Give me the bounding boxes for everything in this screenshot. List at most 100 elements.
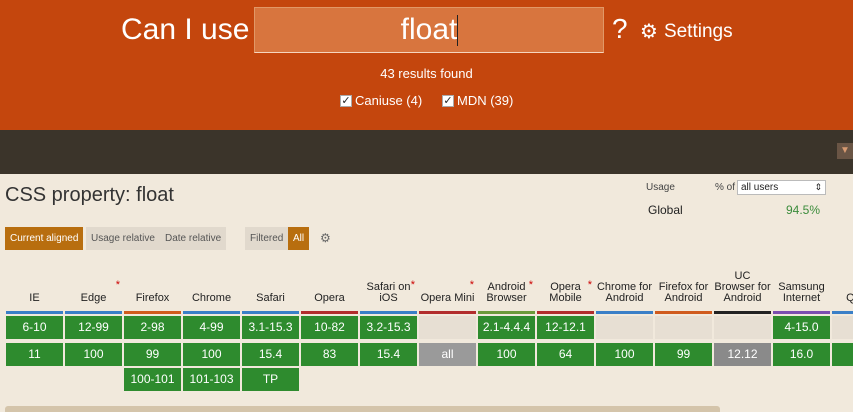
support-cell[interactable]: 16.0 — [773, 343, 830, 366]
browser-color-bar — [537, 311, 594, 314]
support-cell[interactable]: 64 — [537, 343, 594, 366]
support-cell[interactable] — [832, 316, 853, 339]
browser-header: Edge * — [65, 260, 122, 310]
support-cell[interactable]: 6-10 — [6, 316, 63, 339]
browser-name: Opera Mobile — [549, 281, 582, 304]
checkbox-caniuse[interactable]: ✓ — [340, 94, 352, 107]
browser-color-bar — [419, 311, 476, 314]
support-cell[interactable] — [655, 316, 712, 339]
support-cell[interactable]: 10-82 — [301, 316, 358, 339]
support-cell[interactable]: 12-12.1 — [537, 316, 594, 339]
browser-name: Safari on iOS — [366, 281, 411, 304]
support-cell[interactable]: 3.1-15.3 — [242, 316, 299, 339]
tab-current-aligned[interactable]: Current aligned — [5, 227, 84, 250]
browser-header: Firefox — [124, 260, 181, 310]
dark-band — [0, 130, 853, 174]
support-cell[interactable]: 12.12 — [714, 343, 771, 366]
text-caret — [457, 15, 458, 46]
support-cell[interactable]: 15.4 — [360, 343, 417, 366]
support-cell[interactable]: 2-98 — [124, 316, 181, 339]
tab-usage-relative[interactable]: Usage relative — [86, 227, 160, 250]
support-cell[interactable]: 4-99 — [183, 316, 240, 339]
support-cell[interactable]: 99 — [655, 343, 712, 366]
browser-color-bar — [832, 311, 853, 314]
browser-name: Edge — [80, 292, 107, 304]
support-cell[interactable]: 100-101 — [124, 368, 181, 391]
percent-of-label: % of — [715, 182, 736, 193]
browser-color-bar — [6, 311, 63, 314]
support-cell[interactable]: 11 — [6, 343, 63, 366]
global-label: Global — [648, 203, 683, 217]
help-link[interactable]: ? — [612, 13, 628, 45]
support-cell[interactable] — [419, 316, 476, 339]
table-settings-gear-icon[interactable]: ⚙ — [320, 231, 331, 245]
browser-header: Opera Mini * — [419, 260, 476, 310]
browser-color-bar — [183, 311, 240, 314]
support-cell[interactable]: 100 — [65, 343, 122, 366]
support-cell[interactable]: 100 — [478, 343, 535, 366]
browser-color-bar — [65, 311, 122, 314]
browser-header: Chrome for Android — [596, 260, 653, 310]
browser-name: Firefox — [135, 292, 170, 304]
browser-name: Opera — [314, 292, 345, 304]
filter-caniuse-label: Caniuse (4) — [355, 93, 423, 108]
search-input[interactable] — [254, 7, 604, 53]
tab-all[interactable]: All — [288, 227, 310, 250]
browser-name: Android Browser — [486, 281, 527, 304]
support-cell[interactable]: 3.2-15.3 — [360, 316, 417, 339]
filter-mdn[interactable]: ✓ MDN (39) — [442, 93, 513, 108]
browser-name: Firefox for Android — [658, 281, 709, 304]
settings-label: Settings — [663, 21, 733, 42]
browser-name: Samsung Internet — [778, 281, 825, 304]
browser-header: Samsung Internet — [773, 260, 830, 310]
support-cell[interactable]: 2.1-4.4.4 — [478, 316, 535, 339]
support-cell[interactable]: 4-15.0 — [773, 316, 830, 339]
note-star-icon: * — [587, 279, 592, 291]
browser-header: Firefox for Android — [655, 260, 712, 310]
browser-header: Android Browser * — [478, 260, 535, 310]
support-cell[interactable]: 100 — [183, 343, 240, 366]
note-star-icon: * — [469, 279, 474, 291]
support-cell[interactable]: 99 — [124, 343, 181, 366]
site-header: Can I use ? ⚙ Settings 43 results found … — [0, 0, 853, 130]
browser-header: Q Bro — [832, 260, 853, 310]
tab-date-relative[interactable]: Date relative — [160, 227, 227, 250]
support-cell[interactable]: 12-99 — [65, 316, 122, 339]
filter-mdn-label: MDN (39) — [457, 93, 514, 108]
support-cell[interactable]: TP — [242, 368, 299, 391]
results-count: 43 results found — [380, 66, 473, 81]
support-cell[interactable]: 100 — [596, 343, 653, 366]
browser-name: UC Browser for Android — [714, 270, 771, 304]
support-cell[interactable]: 101-103 — [183, 368, 240, 391]
browser-header: Opera — [301, 260, 358, 310]
site-title[interactable]: Can I use — [121, 13, 249, 47]
settings-button[interactable]: ⚙ Settings — [640, 21, 733, 43]
usage-label: Usage — [646, 182, 675, 193]
select-arrows-icon: ⇕ — [814, 182, 822, 192]
note-star-icon: * — [115, 279, 120, 291]
browser-header: UC Browser for Android — [714, 260, 771, 310]
browser-name: IE — [29, 292, 40, 304]
usage-select[interactable]: all users ⇕ — [737, 180, 826, 195]
support-cell[interactable]: 1 — [832, 343, 853, 366]
funnel-icon[interactable]: ▼ — [837, 143, 853, 159]
support-cell[interactable]: all — [419, 343, 476, 366]
browser-name: Chrome — [191, 292, 232, 304]
support-cell[interactable]: 83 — [301, 343, 358, 366]
browser-name: Opera Mini — [420, 292, 475, 304]
usage-select-value: all users — [741, 182, 779, 193]
support-cell[interactable]: 15.4 — [242, 343, 299, 366]
support-cell[interactable] — [714, 316, 771, 339]
browser-color-bar — [301, 311, 358, 314]
browser-color-bar — [714, 311, 771, 314]
browser-header: Chrome — [183, 260, 240, 310]
browser-color-bar — [596, 311, 653, 314]
browser-header: Opera Mobile * — [537, 260, 594, 310]
tab-filtered[interactable]: Filtered — [245, 227, 289, 250]
checkbox-mdn[interactable]: ✓ — [442, 94, 454, 107]
feature-title: CSS property: float — [5, 184, 174, 206]
browser-header: Safari on iOS * — [360, 260, 417, 310]
support-cell[interactable] — [596, 316, 653, 339]
filter-caniuse[interactable]: ✓ Caniuse (4) — [340, 93, 422, 108]
browser-header: IE — [6, 260, 63, 310]
